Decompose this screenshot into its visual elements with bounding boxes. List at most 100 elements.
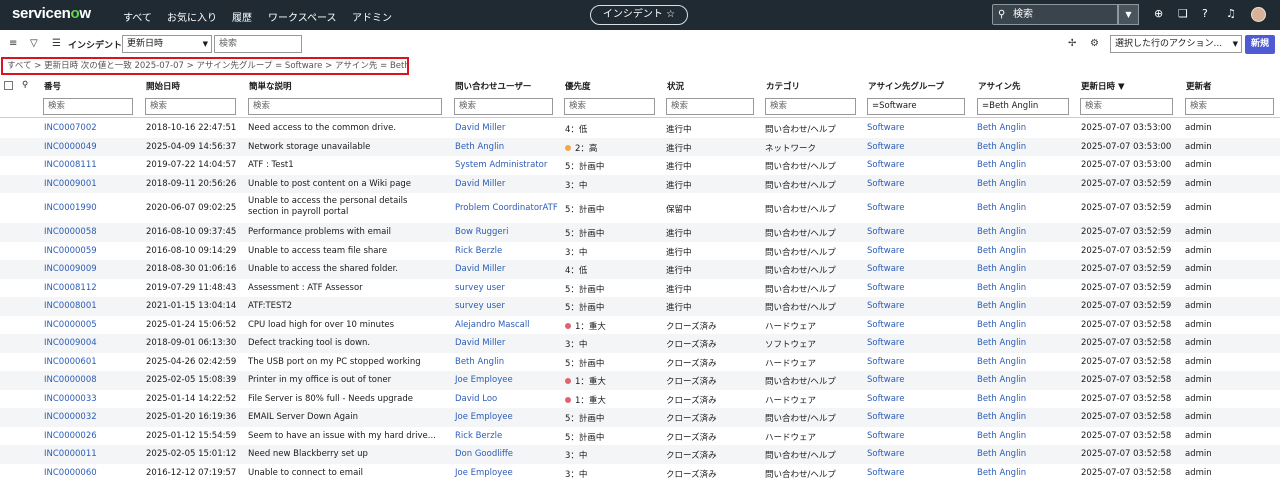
incident-number-link-text[interactable]: INC0008001	[44, 301, 97, 311]
incident-number-link-text[interactable]: INC0000033	[44, 394, 97, 404]
table-row[interactable]: INC0000026 2025-01-12 15:54:59 Seem to hav…	[0, 427, 1280, 446]
caller-link[interactable]: Don Goodliffe	[455, 449, 513, 459]
assigned-to-link-text[interactable]: Beth Anglin	[977, 412, 1026, 422]
caller-link-text[interactable]: survey user	[455, 283, 505, 293]
assignment-group-link[interactable]: Software	[867, 142, 904, 152]
assignment-group-link-text[interactable]: Software	[867, 338, 904, 348]
table-row[interactable]: INC0000033 2025-01-14 14:22:52 File Server…	[0, 390, 1280, 409]
caller-link[interactable]: David Miller	[455, 264, 505, 274]
incident-number-link[interactable]: INC0009001	[44, 179, 97, 189]
assigned-to-link-text[interactable]: Beth Anglin	[977, 142, 1026, 152]
assignment-group-link[interactable]: Software	[867, 301, 904, 311]
user-avatar[interactable]	[1251, 7, 1266, 22]
filter-short-description[interactable]: 検索	[248, 98, 442, 115]
incident-number-link-text[interactable]: INC0009004	[44, 338, 97, 348]
col-state[interactable]: 状況	[667, 80, 684, 92]
menu-all[interactable]: すべて	[123, 9, 152, 24]
caller-link-text[interactable]: Don Goodliffe	[455, 449, 513, 459]
incident-number-link-text[interactable]: INC0000005	[44, 320, 97, 330]
assigned-to-link[interactable]: Beth Anglin	[977, 160, 1026, 170]
assigned-to-link[interactable]: Beth Anglin	[977, 227, 1026, 237]
caller-link-text[interactable]: Joe Employee	[455, 468, 513, 478]
table-row[interactable]: INC0008111 2019-07-22 14:04:57 ATF : Test1…	[0, 156, 1280, 175]
assignment-group-link-text[interactable]: Software	[867, 264, 904, 274]
incident-number-link-text[interactable]: INC0000011	[44, 449, 97, 459]
assigned-to-link[interactable]: Beth Anglin	[977, 394, 1026, 404]
caller-link-text[interactable]: System Administrator	[455, 160, 547, 170]
incident-number-link[interactable]: INC0000011	[44, 449, 97, 459]
table-row[interactable]: INC0000601 2025-04-26 02:42:59 The USB por…	[0, 353, 1280, 372]
incident-number-link-text[interactable]: INC0007002	[44, 123, 97, 133]
table-row[interactable]: INC0008001 2021-01-15 13:04:14 ATF:TEST2 su…	[0, 297, 1280, 316]
assigned-to-link[interactable]: Beth Anglin	[977, 320, 1026, 330]
incident-number-link-text[interactable]: INC0000059	[44, 246, 97, 256]
context-title-pill[interactable]: インシデント ☆	[590, 5, 688, 25]
table-row[interactable]: INC0000008 2025-02-05 15:08:39 Printer in …	[0, 371, 1280, 390]
assigned-to-link-text[interactable]: Beth Anglin	[977, 375, 1026, 385]
settings-icon[interactable]: ⚙	[1090, 38, 1099, 49]
assignment-group-link[interactable]: Software	[867, 179, 904, 189]
assigned-to-link[interactable]: Beth Anglin	[977, 283, 1026, 293]
filter-opened[interactable]: 検索	[145, 98, 236, 115]
table-row[interactable]: INC0000032 2025-01-20 16:19:36 EMAIL Serve…	[0, 408, 1280, 427]
assignment-group-link[interactable]: Software	[867, 320, 904, 330]
incident-number-link-text[interactable]: INC0000058	[44, 227, 97, 237]
caller-link[interactable]: Problem CoordinatorATF	[455, 203, 558, 213]
incident-number-link[interactable]: INC0009004	[44, 338, 97, 348]
incident-number-link[interactable]: INC0000005	[44, 320, 97, 330]
pin-icon[interactable]: ✢	[1068, 38, 1076, 49]
assignment-group-link-text[interactable]: Software	[867, 431, 904, 441]
menu-favorites[interactable]: お気に入り	[167, 9, 217, 24]
assigned-to-link-text[interactable]: Beth Anglin	[977, 338, 1026, 348]
incident-number-link-text[interactable]: INC0001990	[44, 203, 97, 213]
filter-caller[interactable]: 検索	[454, 98, 553, 115]
caller-link-text[interactable]: Beth Anglin	[455, 142, 504, 152]
table-row[interactable]: INC0000049 2025-04-09 14:56:37 Network sto…	[0, 137, 1280, 156]
assigned-to-link-text[interactable]: Beth Anglin	[977, 468, 1026, 478]
caller-link-text[interactable]: Problem CoordinatorATF	[455, 203, 558, 213]
list-context-icon[interactable]: ☰	[52, 38, 61, 49]
caller-link[interactable]: Alejandro Mascall	[455, 320, 530, 330]
assigned-to-link-text[interactable]: Beth Anglin	[977, 179, 1026, 189]
caller-link-text[interactable]: David Miller	[455, 264, 505, 274]
assignment-group-link-text[interactable]: Software	[867, 227, 904, 237]
assignment-group-link[interactable]: Software	[867, 431, 904, 441]
caller-link-text[interactable]: Joe Employee	[455, 375, 513, 385]
assigned-to-link[interactable]: Beth Anglin	[977, 203, 1026, 213]
incident-number-link[interactable]: INC0008001	[44, 301, 97, 311]
assigned-to-link[interactable]: Beth Anglin	[977, 179, 1026, 189]
incident-number-link[interactable]: INC0009009	[44, 264, 97, 274]
incident-number-link[interactable]: INC0007002	[44, 123, 97, 133]
incident-number-link[interactable]: INC0000008	[44, 375, 97, 385]
caller-link[interactable]: Rick Berzle	[455, 246, 502, 256]
col-updated-by[interactable]: 更新者	[1186, 80, 1212, 92]
assigned-to-link[interactable]: Beth Anglin	[977, 338, 1026, 348]
caller-link[interactable]: survey user	[455, 283, 505, 293]
column-search-icon[interactable]: ⚲	[22, 80, 28, 90]
menu-admin[interactable]: アドミン	[352, 9, 392, 24]
assignment-group-link[interactable]: Software	[867, 160, 904, 170]
col-caller[interactable]: 問い合わせユーザー	[455, 80, 531, 92]
col-assignment-group[interactable]: アサイン先グループ	[868, 80, 944, 92]
incident-number-link-text[interactable]: INC0008112	[44, 283, 97, 293]
list-search-input[interactable]: 検索	[214, 35, 302, 53]
filter-category[interactable]: 検索	[765, 98, 856, 115]
assignment-group-link[interactable]: Software	[867, 338, 904, 348]
table-row[interactable]: INC0008112 2019-07-29 11:48:43 Assessment …	[0, 279, 1280, 298]
incident-number-link[interactable]: INC0000058	[44, 227, 97, 237]
caller-link[interactable]: David Miller	[455, 123, 505, 133]
caller-link-text[interactable]: Rick Berzle	[455, 431, 502, 441]
assignment-group-link[interactable]: Software	[867, 375, 904, 385]
incident-number-link[interactable]: INC0008112	[44, 283, 97, 293]
caller-link-text[interactable]: Alejandro Mascall	[455, 320, 530, 330]
incident-number-link[interactable]: INC0000049	[44, 142, 97, 152]
table-row[interactable]: INC0009004 2018-09-01 06:13:30 Defect trac…	[0, 334, 1280, 353]
assigned-to-link[interactable]: Beth Anglin	[977, 375, 1026, 385]
assigned-to-link[interactable]: Beth Anglin	[977, 142, 1026, 152]
caller-link-text[interactable]: David Loo	[455, 394, 497, 404]
assignment-group-link-text[interactable]: Software	[867, 320, 904, 330]
assignment-group-link-text[interactable]: Software	[867, 246, 904, 256]
incident-number-link-text[interactable]: INC0000049	[44, 142, 97, 152]
incident-number-link-text[interactable]: INC0008111	[44, 160, 97, 170]
caller-link-text[interactable]: Bow Ruggeri	[455, 227, 508, 237]
